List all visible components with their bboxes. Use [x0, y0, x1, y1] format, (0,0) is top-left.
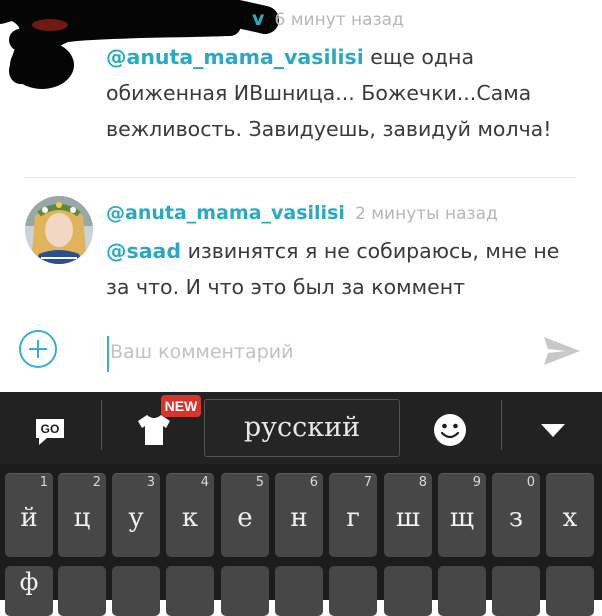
- key-row2[interactable]: [275, 566, 323, 616]
- add-attachment-button[interactable]: [19, 330, 57, 368]
- comments-list: v 6 минут назад @anuta_mama_vasilisi еще…: [0, 0, 602, 392]
- send-icon[interactable]: [540, 333, 584, 369]
- key-row2[interactable]: [546, 566, 594, 616]
- text-cursor: [107, 336, 109, 372]
- comment-1-line1: еще одна: [363, 45, 475, 69]
- new-badge: NEW: [161, 395, 201, 417]
- key-row2[interactable]: [384, 566, 432, 616]
- key-row2[interactable]: [58, 566, 106, 616]
- comment-2-header: @anuta_mama_vasilisi 2 минуты назад: [106, 202, 498, 224]
- key-4[interactable]: 4к: [166, 473, 214, 557]
- language-button[interactable]: русский: [204, 399, 400, 457]
- key-row2-1[interactable]: ф: [5, 566, 53, 616]
- comment-1-time: 6 минут назад: [274, 10, 404, 30]
- key-2[interactable]: 2ц: [58, 473, 106, 557]
- comment-1-line3: вежливость. Завидуешь, завидуй молча!: [106, 117, 552, 141]
- key-6[interactable]: 6н: [275, 473, 323, 557]
- chevron-down-icon[interactable]: [539, 421, 567, 439]
- comment-2-line2: за что. И что это был за коммент: [106, 275, 466, 299]
- key-7[interactable]: 7г: [329, 473, 377, 557]
- key-row2[interactable]: [112, 566, 160, 616]
- key-8[interactable]: 8ш: [384, 473, 432, 557]
- comment-2-body: @saad извинятся я не собираюсь, мне не з…: [106, 233, 559, 305]
- comment-2-line1: извинятся я не собираюсь, мне не: [181, 239, 560, 263]
- key-3[interactable]: 3у: [112, 473, 160, 557]
- smiley-icon[interactable]: [433, 413, 467, 447]
- comment-1-line2: обиженная ИВшница... Божечки...Сама: [106, 81, 532, 105]
- go-label: GO: [41, 422, 60, 436]
- key-9[interactable]: 9щ: [438, 473, 486, 557]
- comment-2-mention[interactable]: @saad: [106, 239, 181, 263]
- key-row2[interactable]: [492, 566, 540, 616]
- key-1[interactable]: 1й: [5, 473, 53, 557]
- key-row2[interactable]: [329, 566, 377, 616]
- comment-2-time: 2 минуты назад: [355, 204, 498, 224]
- key-row2[interactable]: [221, 566, 269, 616]
- key-11[interactable]: х: [546, 473, 594, 557]
- comment-1-mention[interactable]: @anuta_mama_vasilisi: [106, 45, 364, 69]
- toolbar-divider: [501, 400, 502, 450]
- toolbar-divider: [101, 400, 102, 450]
- key-row2[interactable]: [166, 566, 214, 616]
- avatar[interactable]: [25, 196, 93, 264]
- comment-divider: [24, 177, 576, 178]
- key-5[interactable]: 5е: [221, 473, 269, 557]
- comment-input[interactable]: [106, 334, 526, 370]
- go-keyboard-icon[interactable]: GO: [33, 416, 67, 446]
- comment-1-username[interactable]: v: [252, 8, 264, 30]
- shirt-icon[interactable]: [136, 413, 172, 447]
- key-10[interactable]: 0з: [492, 473, 540, 557]
- comment-1-header: v 6 минут назад: [252, 8, 404, 30]
- comment-2-username[interactable]: @anuta_mama_vasilisi: [106, 202, 345, 224]
- key-row2[interactable]: [438, 566, 486, 616]
- comment-1-body: @anuta_mama_vasilisi еще одна обиженная …: [106, 39, 551, 147]
